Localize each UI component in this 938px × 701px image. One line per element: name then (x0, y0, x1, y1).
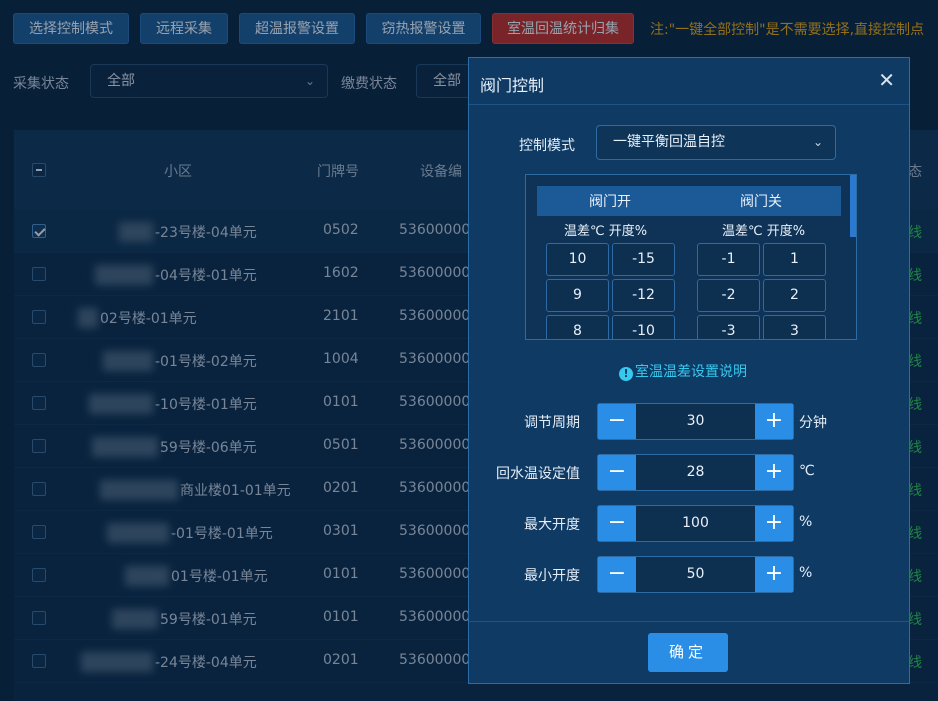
max-opening-unit: % (799, 514, 813, 530)
valve-value-cell[interactable]: -12 (612, 279, 675, 312)
valve-table: 阀门开 阀门关 温差℃ 开度% 温差℃ 开度% 10 -15 9 -12 8 -10 -1 1… (525, 174, 857, 340)
valve-close-header: 阀门关 (740, 194, 782, 210)
adjust-period-stepper[interactable]: −30 + (597, 403, 794, 440)
minus-icon[interactable]: − (598, 506, 636, 541)
temp-diff-help-link[interactable]: ! 室温温差设置说明 (619, 361, 747, 381)
adjust-period-unit: 分钟 (799, 415, 827, 431)
valve-value-cell[interactable]: 1 (763, 243, 826, 276)
min-opening-value[interactable]: 50 (636, 557, 755, 592)
max-opening-label: 最大开度 (524, 517, 580, 533)
hint-text: 室温温差设置说明 (635, 364, 747, 380)
valve-value-cell[interactable]: 9 (546, 279, 609, 312)
valve-value-cell[interactable]: 3 (763, 315, 826, 339)
valve-value-cell[interactable]: -3 (697, 315, 760, 339)
min-opening-stepper[interactable]: −50 + (597, 556, 794, 593)
control-mode-label: 控制模式 (519, 138, 575, 154)
valve-value-cell[interactable]: 10 (546, 243, 609, 276)
max-opening-stepper[interactable]: −100 + (597, 505, 794, 542)
adjust-period-value[interactable]: 30 (636, 404, 755, 439)
valve-value-cell[interactable]: -10 (612, 315, 675, 339)
control-mode-value: 一键平衡回温自控 (613, 134, 725, 150)
adjust-period-label: 调节周期 (524, 415, 580, 431)
plus-icon[interactable]: + (755, 455, 793, 490)
valve-table-scrollbar[interactable] (850, 175, 856, 237)
valve-open-header: 阀门开 (589, 194, 631, 210)
close-icon[interactable]: ✕ (878, 70, 895, 90)
min-opening-unit: % (799, 565, 813, 581)
plus-icon[interactable]: + (755, 506, 793, 541)
control-mode-select[interactable]: 一键平衡回温自控 ⌄ (596, 125, 836, 160)
valve-table-header: 阀门开 阀门关 (537, 186, 841, 216)
plus-icon[interactable]: + (755, 557, 793, 592)
valve-value-cell[interactable]: -2 (697, 279, 760, 312)
info-icon: ! (619, 367, 633, 381)
max-opening-value[interactable]: 100 (636, 506, 755, 541)
valve-close-subheader: 温差℃ 开度% (722, 224, 806, 239)
valve-value-cell[interactable]: 8 (546, 315, 609, 339)
confirm-button[interactable]: 确定 (648, 633, 728, 672)
plus-icon[interactable]: + (755, 404, 793, 439)
minus-icon[interactable]: − (598, 404, 636, 439)
min-opening-label: 最小开度 (524, 568, 580, 584)
valve-value-cell[interactable]: -1 (697, 243, 760, 276)
minus-icon[interactable]: − (598, 455, 636, 490)
return-temp-value[interactable]: 28 (636, 455, 755, 490)
valve-value-cell[interactable]: 2 (763, 279, 826, 312)
valve-open-subheader: 温差℃ 开度% (564, 224, 648, 239)
chevron-down-icon: ⌄ (812, 135, 823, 149)
dialog-footer-divider (469, 621, 909, 622)
return-temp-stepper[interactable]: −28 + (597, 454, 794, 491)
minus-icon[interactable]: − (598, 557, 636, 592)
return-temp-unit: ℃ (799, 463, 815, 479)
return-temp-label: 回水温设定值 (496, 466, 580, 482)
dialog-header-divider (469, 104, 909, 105)
dialog-title: 阀门控制 (480, 76, 545, 95)
valve-value-cell[interactable]: -15 (612, 243, 675, 276)
valve-control-dialog: 阀门控制 ✕ 控制模式 一键平衡回温自控 ⌄ 阀门开 阀门关 温差℃ 开度% 温… (468, 57, 910, 684)
